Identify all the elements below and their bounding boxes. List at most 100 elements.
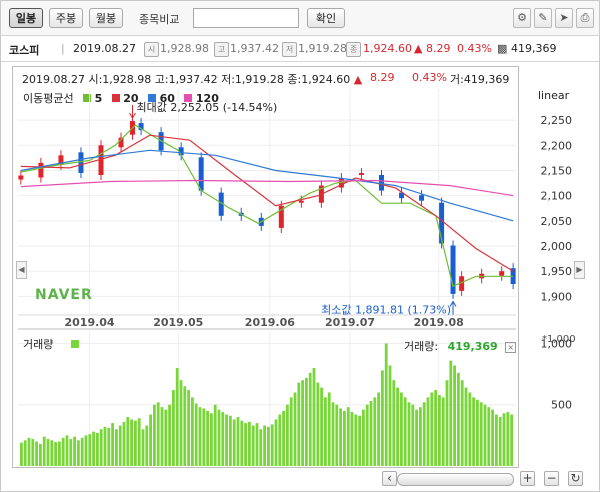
volume-bar [39,443,42,466]
volume-bar [415,409,418,466]
range-scrollbar[interactable] [397,473,514,486]
volume-bar [476,399,479,466]
volume-bar [510,414,513,466]
scroll-right-icon[interactable]: ▶ [574,261,585,279]
volume-bar [221,412,225,466]
volume-bar [270,424,274,466]
volume-bar [396,387,399,466]
volume-label: 거래량 [23,338,54,351]
volume-bar [365,404,369,466]
volume-bar [153,404,156,466]
volume-bar [244,423,247,466]
volume-bar [31,439,35,466]
volume-bar [316,382,320,466]
volume-bar [191,397,194,466]
y-tick-label: 2,050 [541,215,573,228]
y-tick-label: 2,000 [541,240,573,253]
volume-bar [259,429,263,466]
volume-bar [308,372,312,466]
volume-bar [320,387,323,466]
zoom-out-icon[interactable]: − [544,471,559,486]
volume-bar [373,397,377,466]
volume-bar [289,397,293,466]
volume-bar [236,416,240,466]
volume-bar [324,397,327,466]
candle-body [378,174,384,191]
volume-bar [156,402,160,466]
volume-bar [194,403,198,466]
volume-bar [111,423,114,466]
volume-bar [175,367,179,466]
volume-bar [362,409,365,466]
volume-bar [426,397,430,466]
volume-bar [346,407,350,466]
volume-bar [301,380,304,466]
scroll-left-icon[interactable]: ◀ [16,261,27,279]
volume-bar [115,429,118,466]
volume-bar [297,382,301,466]
volume-bar [130,419,133,466]
volume-bar [164,409,168,466]
volume-bar [50,440,54,466]
volume-bar [400,392,403,466]
volume-bar [350,412,354,466]
y-tick-label: 2,200 [541,139,573,152]
y-tick-label: 1,900 [541,290,573,303]
candle-body [499,271,505,276]
volume-bar [210,413,213,466]
scroll-back-icon[interactable]: ‹ [382,471,397,486]
volume-y-tick-label: 500 [551,399,572,412]
refresh-icon[interactable]: ↻ [568,471,583,486]
volume-bar [248,421,251,466]
ma-120-line [20,179,514,197]
volume-bar [464,387,468,466]
volume-bar [411,404,415,466]
volume-bar [240,420,244,466]
volume-bar [198,407,202,466]
x-tick-label: 2019.07 [325,316,375,329]
volume-bar [172,390,175,466]
volume-bar [305,377,308,466]
volume-bar [479,402,483,466]
volume-bar [88,434,92,466]
volume-bar [134,420,137,466]
y-tick-label: 2,100 [541,190,573,203]
volume-bar [274,419,278,466]
volume-bar [468,392,472,466]
volume-bar [430,392,434,466]
x-tick-label: 2019.06 [245,316,295,329]
volume-bar [137,418,141,466]
x-tick-label: 2019.05 [153,316,203,329]
volume-bar [232,419,236,466]
volume-bar [472,397,475,466]
volume-bar [255,423,259,466]
volume-bar [457,372,460,466]
volume-bar [183,386,187,466]
volume-bar [126,416,130,466]
volume-bar [179,380,183,466]
max-annotation: 최대값 2,252.05 (-14.54%) [136,101,277,114]
volume-bar [381,370,384,466]
volume-bar [73,436,76,466]
x-tick-label: 2019.04 [64,316,114,329]
candle-body [298,200,304,203]
candle-body [358,172,364,175]
volume-bar [149,414,152,466]
naver-watermark: NAVER [35,287,93,303]
volume-bar [441,397,445,466]
volume-bar [217,409,221,466]
zoom-in-icon[interactable]: + [520,471,535,486]
close-icon[interactable]: × [505,342,517,353]
volume-bar [80,437,84,466]
volume-bar [23,440,27,466]
min-annotation: 최소값 1,891.81 (1.73%) [321,304,451,317]
price-chart[interactable]: 1,900 1,950 2,000 2,050 2,100 2,150 2,200 2,250… [1,1,599,491]
volume-bar [438,394,441,466]
candle-body [38,162,44,178]
volume-bar [491,409,494,466]
volume-bar [229,415,232,466]
volume-bar [99,429,103,466]
volume-bar [267,426,270,466]
volume-bar [384,343,388,466]
volume-bar [331,402,335,466]
